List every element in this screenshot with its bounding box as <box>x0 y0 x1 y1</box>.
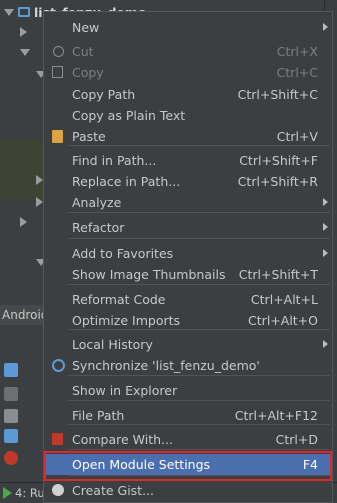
menu-item-label: Find in Path... <box>72 153 157 168</box>
menu-item-refactor[interactable]: Refactor <box>44 217 332 238</box>
menu-item-shortcut: Ctrl+Shift+C <box>237 87 318 102</box>
menu-item-cut[interactable]: Cut Ctrl+X <box>44 41 332 62</box>
menu-item-copy-path[interactable]: Copy Path Ctrl+Shift+C <box>44 84 332 105</box>
compare-icon <box>52 433 63 445</box>
menu-item-replace-in-path[interactable]: Replace in Path... Ctrl+Shift+R <box>44 171 332 192</box>
menu-item-find-in-path[interactable]: Find in Path... Ctrl+Shift+F <box>44 150 332 171</box>
trash-icon[interactable] <box>4 409 18 423</box>
menu-item-shortcut: Ctrl+Shift+R <box>237 174 318 189</box>
tree-node[interactable] <box>36 192 43 212</box>
collapse-arrow-icon[interactable] <box>36 197 43 207</box>
menu-item-shortcut: Ctrl+Alt+L <box>250 292 318 307</box>
menu-item-label: Local History <box>72 337 153 352</box>
folder-icon <box>18 7 30 17</box>
stop-icon[interactable] <box>4 451 18 465</box>
menu-item-label: Create Gist... <box>72 483 155 498</box>
menu-item-label: Paste <box>72 129 106 144</box>
menu-separator <box>68 475 330 476</box>
menu-item-shortcut: F4 <box>302 457 318 472</box>
menu-item-analyze[interactable]: Analyze <box>44 192 332 213</box>
context-menu: New Cut Ctrl+X Copy Ctrl+C Copy Path Ctrl+Shif… <box>43 11 333 503</box>
menu-item-shortcut: Ctrl+X <box>276 44 318 59</box>
github-icon <box>52 484 64 496</box>
menu-item-label: New <box>72 20 100 35</box>
submenu-arrow-icon <box>323 223 328 231</box>
menu-item-label: Analyze <box>72 195 122 210</box>
menu-item-label: Copy as Plain Text <box>72 108 186 123</box>
submenu-arrow-icon <box>323 23 328 31</box>
menu-item-shortcut: Ctrl+C <box>276 65 318 80</box>
tree-node[interactable] <box>20 42 30 62</box>
menu-item-label: Optimize Imports <box>72 313 181 328</box>
collapse-arrow-icon[interactable] <box>20 27 27 37</box>
menu-item-label: Refactor <box>72 220 125 235</box>
menu-item-reformat-code[interactable]: Reformat Code Ctrl+Alt+L <box>44 289 332 310</box>
android-tab[interactable]: Android <box>0 305 48 325</box>
menu-item-label: File Path <box>72 408 125 423</box>
tree-node[interactable] <box>20 22 27 42</box>
menu-item-optimize-imports[interactable]: Optimize Imports Ctrl+Alt+O <box>44 310 332 331</box>
play-icon[interactable] <box>4 387 18 401</box>
menu-item-label: Open Module Settings <box>72 457 211 472</box>
menu-item-label: Cut <box>72 44 94 59</box>
menu-item-label: Synchronize 'list_fenzu_demo' <box>72 358 260 373</box>
menu-item-shortcut: Ctrl+Shift+F <box>239 153 318 168</box>
expand-arrow-icon[interactable] <box>4 8 14 16</box>
menu-item-copy[interactable]: Copy Ctrl+C <box>44 62 332 83</box>
expand-arrow-icon[interactable] <box>20 48 30 56</box>
menu-item-label: Reformat Code <box>72 292 166 307</box>
collapse-arrow-icon[interactable] <box>20 217 27 227</box>
menu-item-show-image-thumbnails[interactable]: Show Image Thumbnails Ctrl+Shift+T <box>44 264 332 285</box>
run-icon <box>3 487 12 499</box>
menu-item-create-gist[interactable]: Create Gist... <box>44 480 332 501</box>
menu-item-shortcut: Ctrl+Alt+O <box>248 313 318 328</box>
submenu-arrow-icon <box>323 249 328 257</box>
run-tab-label: 4: Ru <box>15 486 45 500</box>
submenu-arrow-icon <box>323 340 328 348</box>
clipboard-icon <box>52 130 63 143</box>
tree-node[interactable] <box>20 212 27 232</box>
menu-item-shortcut: Ctrl+Shift+T <box>238 267 318 282</box>
menu-item-show-in-explorer[interactable]: Show in Explorer <box>44 380 332 401</box>
inspect-icon[interactable] <box>4 429 18 443</box>
menu-item-label: Compare With... <box>72 432 173 447</box>
menu-item-copy-as-plain-text[interactable]: Copy as Plain Text <box>44 105 332 126</box>
menu-item-shortcut: Ctrl+D <box>275 432 318 447</box>
scissors-icon <box>53 46 64 57</box>
menu-item-label: Add to Favorites <box>72 246 174 261</box>
menu-item-compare-with[interactable]: Compare With... Ctrl+D <box>44 429 332 450</box>
menu-item-add-to-favorites[interactable]: Add to Favorites <box>44 243 332 264</box>
run-tab[interactable]: 4: Ru <box>3 486 45 500</box>
menu-item-local-history[interactable]: Local History <box>44 334 332 355</box>
copy-icon <box>52 66 63 78</box>
menu-item-shortcut: Ctrl+Alt+F12 <box>234 408 318 423</box>
menu-item-open-module-settings[interactable]: Open Module Settings F4 <box>44 451 332 481</box>
menu-item-new[interactable]: New <box>44 17 332 38</box>
sync-icon <box>52 359 65 372</box>
menu-item-label: Replace in Path... <box>72 174 181 189</box>
camera-icon[interactable] <box>4 363 18 377</box>
menu-item-label: Show Image Thumbnails <box>72 267 226 282</box>
menu-item-synchronize-list-fenzu-demo[interactable]: Synchronize 'list_fenzu_demo' <box>44 355 332 376</box>
menu-item-label: Show in Explorer <box>72 383 178 398</box>
collapse-arrow-icon[interactable] <box>36 175 43 185</box>
submenu-arrow-icon <box>323 198 328 206</box>
menu-item-label: Copy <box>72 65 104 80</box>
menu-item-file-path[interactable]: File Path Ctrl+Alt+F12 <box>44 405 332 426</box>
android-tool-strip <box>0 305 48 485</box>
menu-item-shortcut: Ctrl+V <box>276 129 318 144</box>
menu-item-paste[interactable]: Paste Ctrl+V <box>44 126 332 147</box>
tree-node[interactable] <box>36 170 43 190</box>
menu-separator <box>68 238 330 239</box>
menu-item-label: Copy Path <box>72 87 136 102</box>
